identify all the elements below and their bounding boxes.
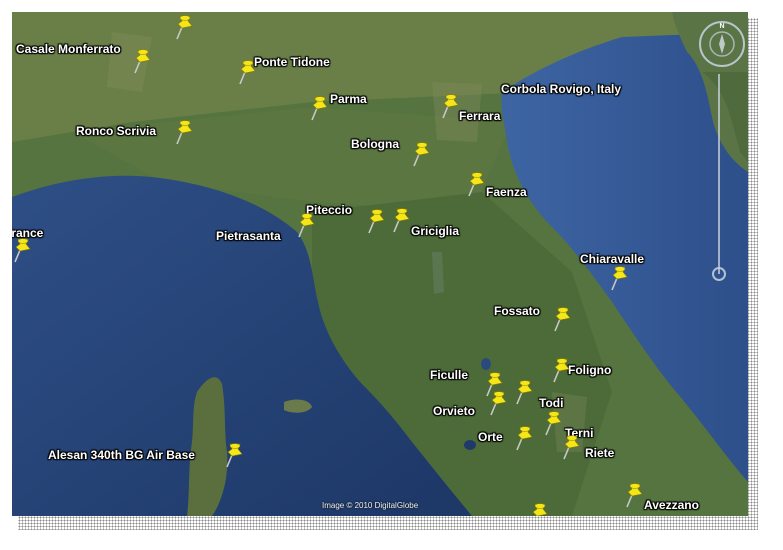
- place-label-griciglia: Griciglia: [411, 224, 460, 238]
- zoom-slider-icon[interactable]: [712, 74, 726, 288]
- place-label-todi: Todi: [539, 396, 564, 410]
- place-label-orvieto: Orvieto: [433, 404, 476, 418]
- pushpin-icon[interactable]: [466, 171, 488, 197]
- pushpin-icon[interactable]: [561, 434, 583, 460]
- compass-icon[interactable]: N: [698, 20, 746, 68]
- pushpin-icon[interactable]: [440, 93, 462, 119]
- pushpin-icon[interactable]: [514, 379, 536, 405]
- pushpin-icon[interactable]: [132, 48, 154, 74]
- pushpin-icon[interactable]: [12, 237, 34, 263]
- pushpin-icon[interactable]: [174, 14, 196, 40]
- compass-north-letter: N: [719, 23, 724, 30]
- place-label-ponte-tidone: Ponte Tidone: [254, 55, 330, 69]
- pushpin-icon[interactable]: [609, 265, 631, 291]
- pushpin-icon[interactable]: [624, 482, 646, 508]
- place-label-alesan: Alesan 340th BG Air Base: [48, 448, 195, 462]
- place-label-casale-monferrato: Casale Monferrato: [16, 42, 121, 56]
- pushpin-icon[interactable]: [543, 410, 565, 436]
- place-label-foligno: Foligno: [568, 363, 612, 377]
- pushpin-icon[interactable]: [174, 119, 196, 145]
- imagery-credit: Image © 2010 DigitalGlobe: [322, 501, 419, 510]
- pushpin-icon[interactable]: [309, 95, 331, 121]
- place-label-chiaravalle: Chiaravalle: [580, 252, 645, 266]
- place-label-corbola-rovigo: Corbola Rovigo, Italy: [501, 82, 622, 96]
- place-label-fossato: Fossato: [494, 304, 541, 318]
- place-label-ficulle: Ficulle: [430, 368, 469, 382]
- pushpin-icon[interactable]: [411, 141, 433, 167]
- pushpin-icon[interactable]: [391, 207, 413, 233]
- place-label-pietrasanta: Pietrasanta: [216, 229, 281, 243]
- pushpin-icon[interactable]: [224, 442, 246, 468]
- map-view[interactable]: Casale Monferrato Ponte Tidone Parma Cor…: [12, 12, 748, 516]
- place-label-parma: Parma: [330, 92, 367, 106]
- pushpin-icon[interactable]: [237, 59, 259, 85]
- place-label-riete: Riete: [585, 446, 615, 460]
- pushpin-icon[interactable]: [366, 208, 388, 234]
- pushpin-icon[interactable]: [514, 425, 536, 451]
- pushpin-icon[interactable]: [552, 306, 574, 332]
- place-label-avezzano: Avezzano: [644, 498, 699, 512]
- pushpin-icon[interactable]: [296, 212, 318, 238]
- pushpin-icon[interactable]: [529, 502, 551, 516]
- place-label-orte: Orte: [478, 430, 503, 444]
- pushpin-icon[interactable]: [488, 390, 510, 416]
- place-label-ronco-scrivia: Ronco Scrivia: [76, 124, 157, 138]
- place-label-faenza: Faenza: [486, 185, 527, 199]
- pushpin-icon[interactable]: [551, 357, 573, 383]
- place-label-bologna: Bologna: [351, 137, 399, 151]
- place-label-ferrara: Ferrara: [459, 109, 501, 123]
